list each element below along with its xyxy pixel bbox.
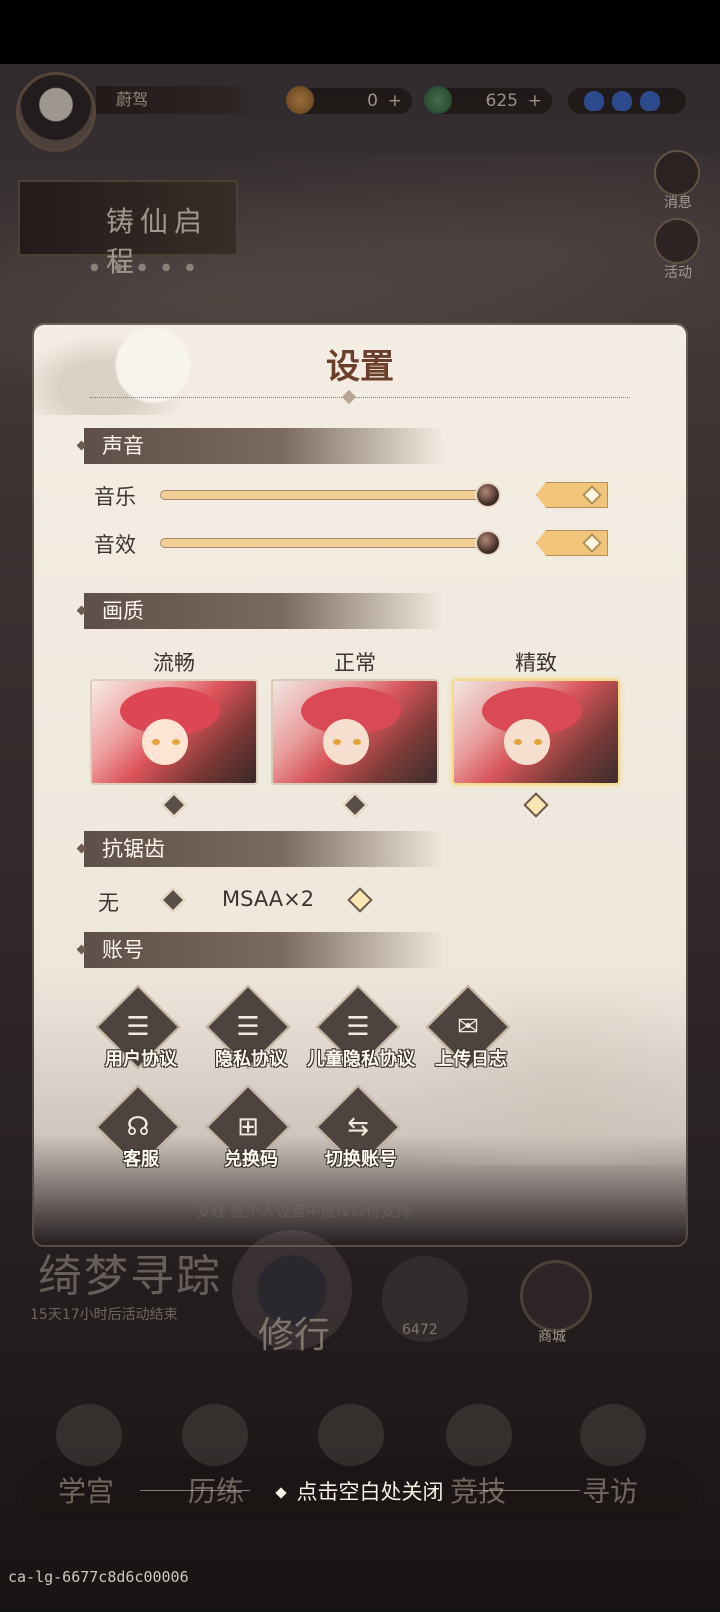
switch-account-label: 切换账号 [325,1149,397,1170]
quality-normal-label: 正常 [334,651,376,675]
preview-face [504,719,550,765]
section-bullet-icon [76,440,87,451]
close-hint[interactable]: 点击空白处关闭 [0,1476,720,1506]
upload-log-label: 上传日志 [435,1049,507,1070]
aa-msaa-radio[interactable] [347,887,373,913]
preview-eye [353,739,361,745]
child-privacy-button[interactable]: ☰ 儿童隐私协议 [306,984,416,1083]
preview-face [323,719,369,765]
aa-msaa-label: MSAA×2 [222,887,315,911]
music-label: 音乐 [94,485,136,509]
customer-service-button[interactable]: ☊ 客服 [86,1084,196,1183]
aa-none-radio[interactable] [160,887,186,913]
preview-eye [333,739,341,745]
user-agreement-button[interactable]: ☰ 用户协议 [86,984,196,1083]
section-account: 账号 [76,932,444,968]
section-bullet-icon [76,944,87,955]
switch-account-button[interactable]: ⇆ 切换账号 [306,1084,416,1183]
privacy-policy-button[interactable]: ☰ 隐私协议 [196,984,306,1083]
divider-ornament-icon [341,389,357,405]
section-bullet-icon [76,605,87,616]
dialog-title: 设置 [326,347,394,387]
aa-none-label: 无 [98,891,119,915]
background-hint-text: 支线 任个人设置中提校以付支持 [196,1202,411,1220]
close-hint-text: 点击空白处关闭 [296,1480,444,1504]
section-antialias-label: 抗锯齿 [102,837,165,861]
sfx-label: 音效 [94,533,136,557]
music-volume-slider[interactable] [160,482,501,508]
preview-face [142,719,188,765]
preview-eye [172,739,180,745]
quality-smooth-radio[interactable] [161,792,187,818]
build-id: ca-lg-6677c8d6c00006 [8,1568,189,1586]
music-slider-handle[interactable] [475,482,501,508]
preview-eye [152,739,160,745]
quality-fine-label: 精致 [515,651,557,675]
quality-normal-preview[interactable] [271,679,439,785]
upload-log-button[interactable]: ✉ 上传日志 [416,984,526,1083]
toggle-knob-icon [582,533,602,553]
quality-fine-radio[interactable] [523,792,549,818]
section-quality: 画质 [76,593,444,629]
diamond-icon [274,1487,287,1499]
section-account-label: 账号 [102,938,144,962]
section-sound-label: 声音 [102,434,144,458]
preview-eye [534,739,542,745]
section-quality-label: 画质 [102,599,144,623]
sfx-toggle[interactable] [536,530,608,556]
status-bar [0,0,720,64]
sfx-volume-slider[interactable] [160,530,501,556]
quality-smooth-preview[interactable] [90,679,258,785]
redeem-code-button[interactable]: ⊞ 兑换码 [196,1084,306,1183]
quality-smooth-label: 流畅 [153,651,195,675]
section-sound: 声音 [76,428,444,464]
section-antialias: 抗锯齿 [76,831,444,867]
settings-dialog: 设置 声音 音乐 音效 画质 流畅 正常 精致 抗锯齿 无 MSAA×2 账号 … [34,325,686,1245]
title-divider [90,397,630,398]
music-toggle[interactable] [536,482,608,508]
section-bullet-icon [76,843,87,854]
sfx-slider-handle[interactable] [475,530,501,556]
preview-eye [514,739,522,745]
quality-normal-radio[interactable] [342,792,368,818]
toggle-knob-icon [582,485,602,505]
quality-fine-preview[interactable] [452,679,620,785]
